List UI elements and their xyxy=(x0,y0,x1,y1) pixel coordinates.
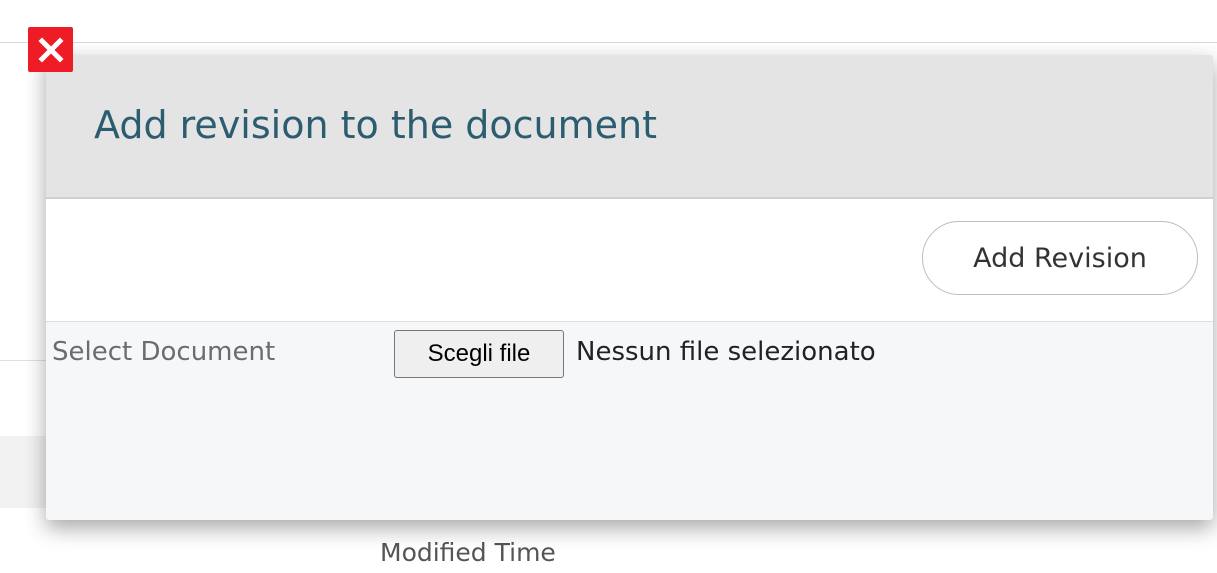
select-document-label: Select Document xyxy=(52,337,276,367)
add-revision-dialog: Add revision to the document Add Revisio… xyxy=(46,55,1213,520)
select-document-row: Select Document Scegli file Nessun file … xyxy=(46,322,1213,382)
background-divider xyxy=(0,42,1217,43)
dialog-title: Add revision to the document xyxy=(94,103,658,147)
close-icon xyxy=(37,36,64,63)
column-header-modified-time[interactable]: Modified Time xyxy=(380,533,556,573)
dialog-toolbar: Add Revision xyxy=(46,199,1213,322)
dialog-header: Add revision to the document xyxy=(46,55,1213,199)
choose-file-button[interactable]: Scegli file xyxy=(394,330,564,378)
close-button[interactable] xyxy=(28,27,73,72)
file-status-text: Nessun file selezionato xyxy=(576,337,876,367)
add-revision-button[interactable]: Add Revision xyxy=(922,221,1198,295)
